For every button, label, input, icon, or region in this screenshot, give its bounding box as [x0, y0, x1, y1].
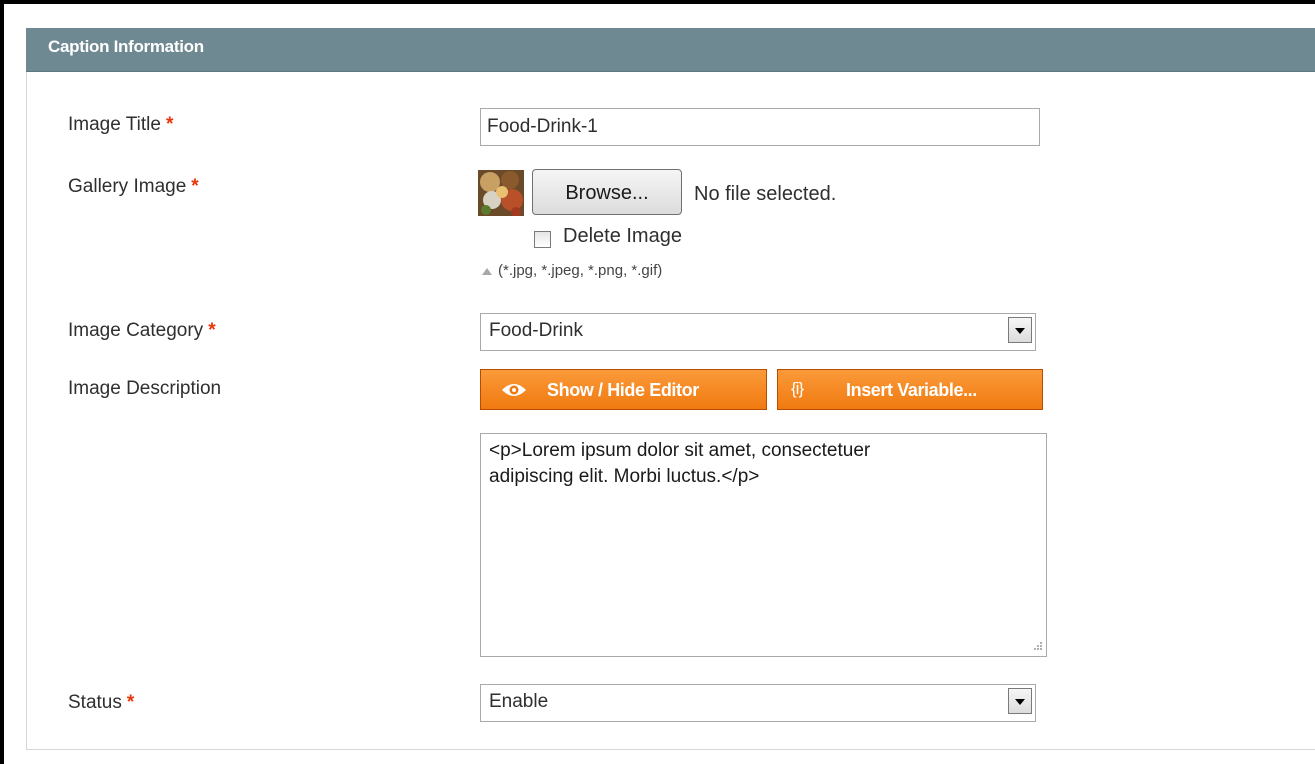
image-title-input[interactable]: [480, 108, 1040, 146]
image-category-value: Food-Drink: [489, 320, 583, 341]
required-marker: *: [208, 320, 216, 341]
variable-icon: {i}: [791, 379, 804, 398]
status-select[interactable]: Enable: [480, 684, 1036, 722]
eye-icon: [502, 384, 526, 396]
image-description-textarea[interactable]: <p>Lorem ipsum dolor sit amet, consectet…: [480, 433, 1047, 657]
file-types-note: (*.jpg, *.jpeg, *.png, *.gif): [498, 262, 663, 279]
required-marker: *: [165, 114, 174, 135]
image-category-select[interactable]: Food-Drink: [480, 313, 1036, 351]
browse-button[interactable]: Browse...: [532, 169, 682, 215]
food-thumbnail-image[interactable]: [478, 170, 524, 216]
delete-image-label[interactable]: Delete Image: [563, 225, 682, 248]
image-category-label: Image Category *: [68, 320, 216, 341]
chevron-down-icon[interactable]: [1008, 317, 1032, 343]
status-label: Status *: [68, 692, 135, 713]
show-hide-editor-button[interactable]: Show / Hide Editor: [480, 369, 767, 410]
show-hide-editor-label: Show / Hide Editor: [547, 380, 699, 400]
chevron-down-icon[interactable]: [1008, 688, 1032, 714]
triangle-up-icon: [482, 268, 492, 275]
gallery-image-label: Gallery Image *: [68, 176, 199, 197]
required-marker: *: [191, 176, 199, 197]
image-description-label: Image Description: [68, 378, 222, 399]
insert-variable-label: Insert Variable...: [846, 380, 977, 400]
section-header: [26, 28, 1315, 72]
section-title: Caption Information: [48, 37, 204, 56]
image-title-label: Image Title *: [68, 114, 174, 135]
resize-grip-icon[interactable]: [1031, 641, 1043, 653]
file-status-text: No file selected.: [694, 183, 837, 205]
delete-image-checkbox[interactable]: [534, 231, 551, 248]
required-marker: *: [126, 692, 135, 713]
insert-variable-button[interactable]: {i} Insert Variable...: [777, 369, 1043, 410]
status-value: Enable: [489, 691, 549, 712]
